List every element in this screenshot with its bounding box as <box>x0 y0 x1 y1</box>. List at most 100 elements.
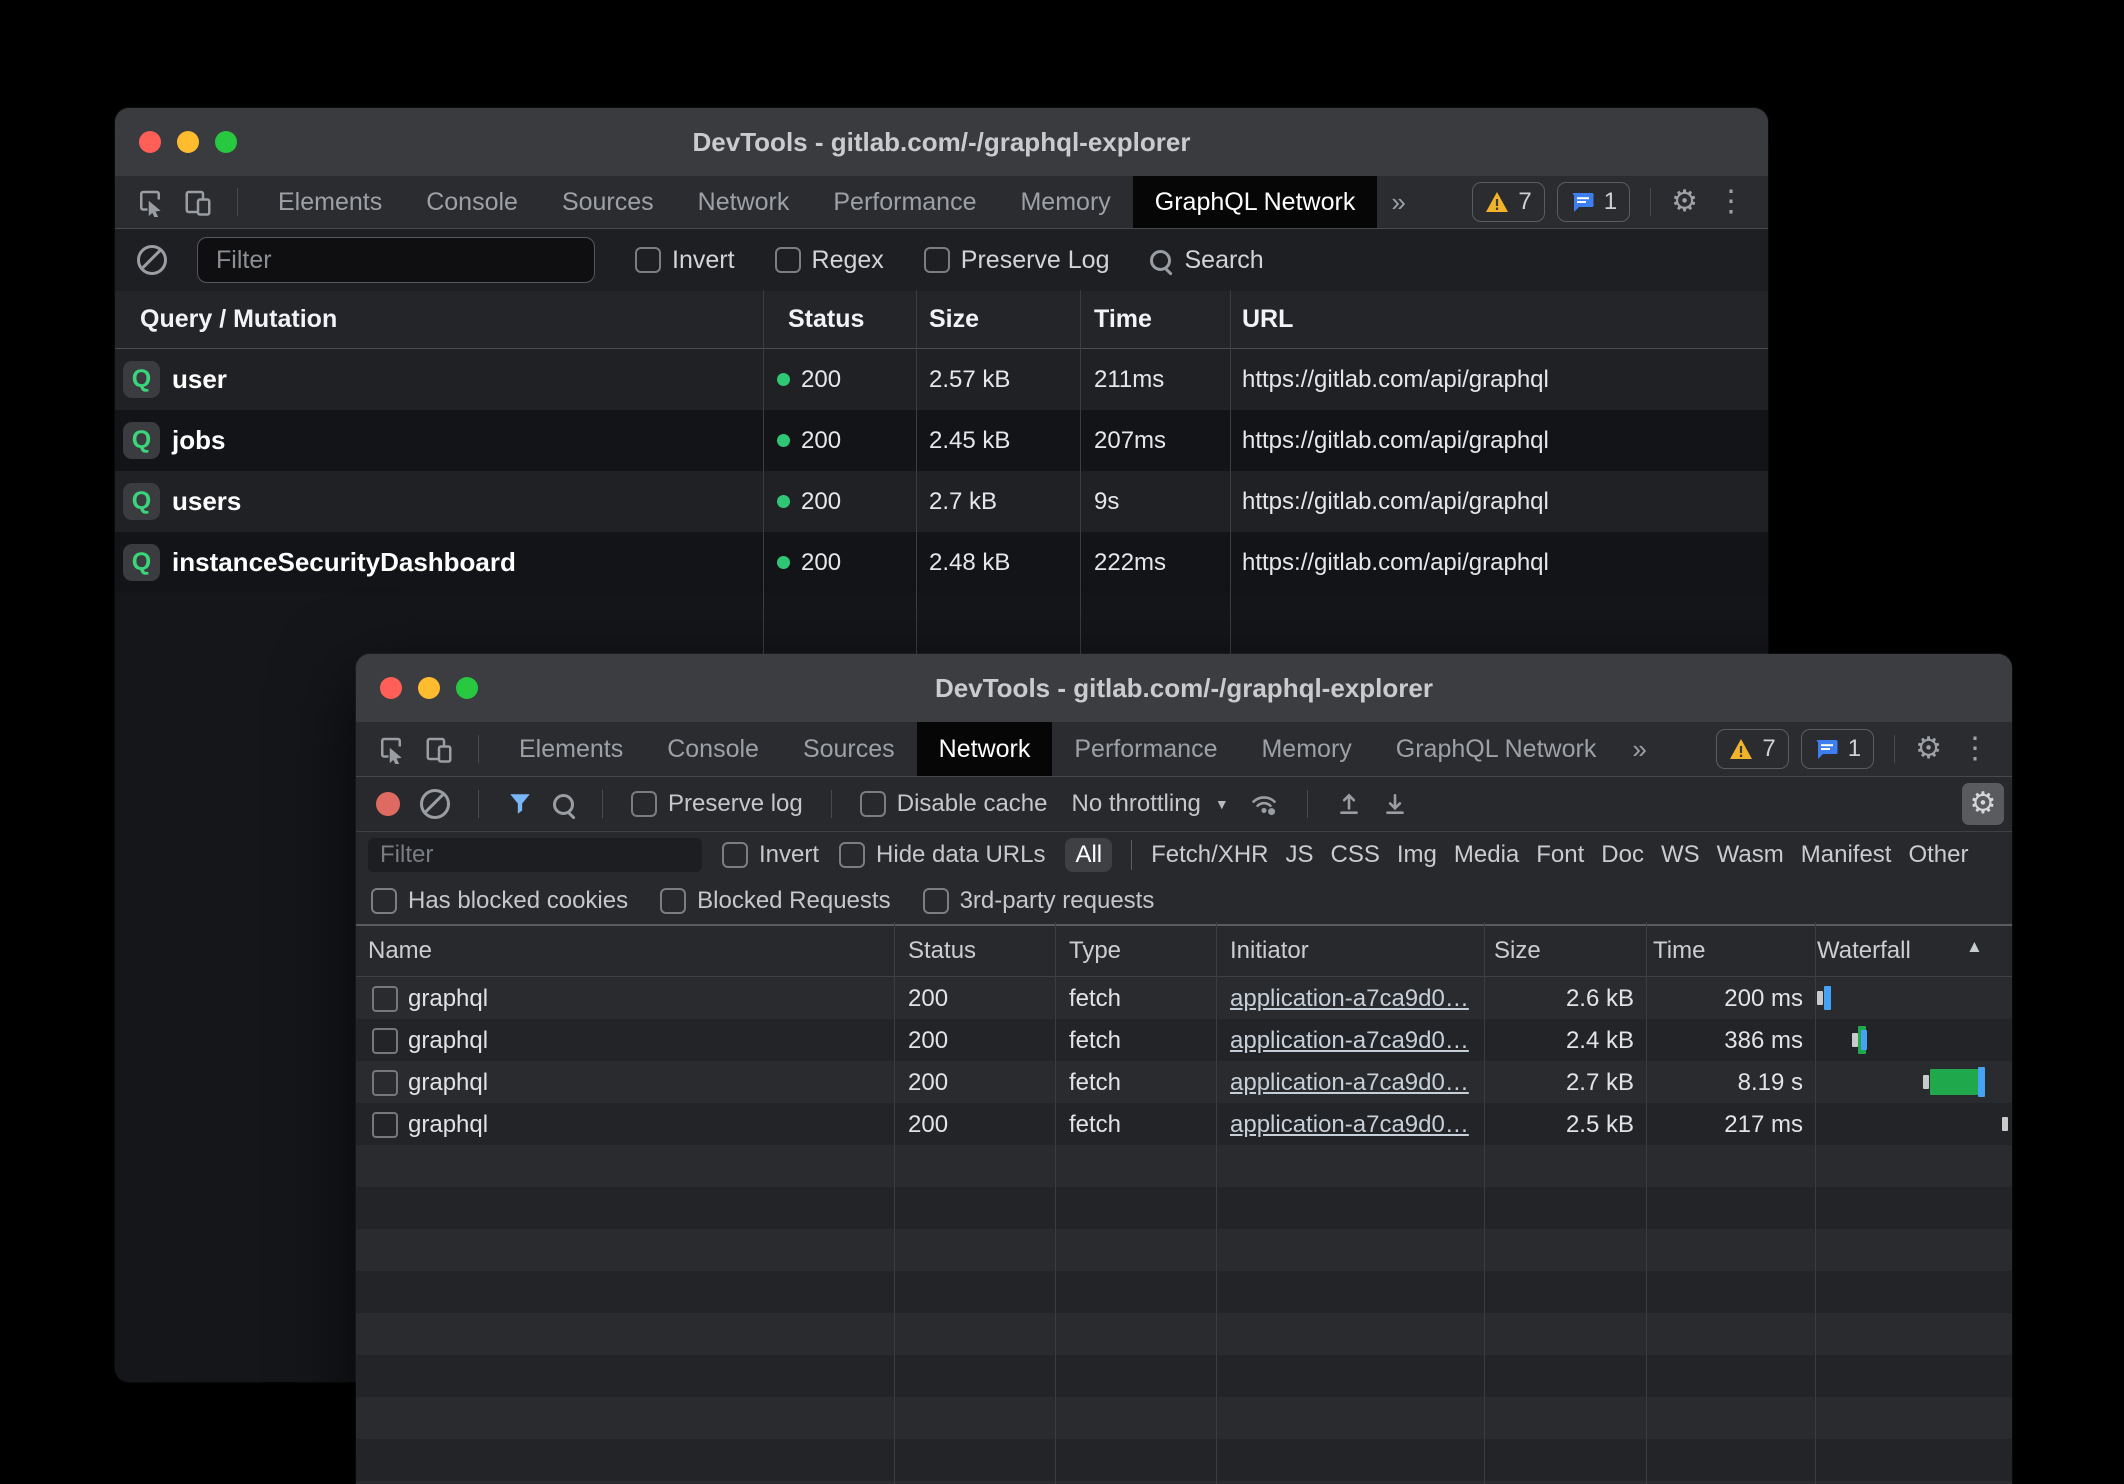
third-party-requests-checkbox-box[interactable] <box>923 888 949 914</box>
type-filter-manifest[interactable]: Manifest <box>1801 841 1892 869</box>
minimize-button[interactable] <box>177 131 199 153</box>
type-filter-font[interactable]: Font <box>1536 841 1584 869</box>
invert-checkbox[interactable]: Invert <box>635 246 735 275</box>
column-header-size[interactable]: Size <box>929 305 979 334</box>
type-filter-wasm[interactable]: Wasm <box>1717 841 1784 869</box>
messages-badge[interactable]: 1 <box>1557 182 1630 222</box>
inspect-element-icon[interactable] <box>374 732 408 766</box>
warnings-badge[interactable]: 7 <box>1716 729 1788 769</box>
disable-cache-checkbox[interactable]: Disable cache <box>860 790 1048 818</box>
device-toolbar-icon[interactable] <box>422 732 456 766</box>
search-control[interactable]: Search <box>1150 246 1264 275</box>
type-filter-img[interactable]: Img <box>1397 841 1437 869</box>
title-bar[interactable]: DevTools - gitlab.com/-/graphql-explorer <box>115 108 1768 176</box>
table-row[interactable]: graphql 200 fetch application-a7ca9d0… 2… <box>356 977 2012 1019</box>
column-divider[interactable] <box>894 922 895 1484</box>
network-filter-input[interactable] <box>368 838 702 872</box>
sort-ascending-icon[interactable]: ▲ <box>1966 937 1983 957</box>
import-har-icon[interactable] <box>1336 791 1362 817</box>
has-blocked-cookies-checkbox[interactable]: Has blocked cookies <box>371 887 628 915</box>
zoom-button[interactable] <box>215 131 237 153</box>
row-checkbox[interactable] <box>372 1112 398 1138</box>
type-filter-css[interactable]: CSS <box>1331 841 1380 869</box>
kebab-menu-icon[interactable]: ⋮ <box>1954 734 1996 764</box>
column-header-time[interactable]: Time <box>1094 305 1152 334</box>
table-row[interactable]: graphql 200 fetch application-a7ca9d0… 2… <box>356 1061 2012 1103</box>
column-header-time[interactable]: Time <box>1653 937 1705 965</box>
tab-sources[interactable]: Sources <box>540 176 676 228</box>
throttling-select[interactable]: No throttling <box>1071 790 1200 818</box>
column-header-waterfall[interactable]: Waterfall <box>1817 937 1911 965</box>
column-divider[interactable] <box>1815 922 1816 1484</box>
warnings-badge[interactable]: 7 <box>1472 182 1544 222</box>
invert-checkbox-box[interactable] <box>635 247 661 273</box>
initiator-link[interactable]: application-a7ca9d0… <box>1230 1069 1469 1097</box>
preserve-log-checkbox[interactable]: Preserve Log <box>924 246 1110 275</box>
initiator-link[interactable]: application-a7ca9d0… <box>1230 1027 1469 1055</box>
tab-memory[interactable]: Memory <box>1239 722 1373 776</box>
column-header-status[interactable]: Status <box>908 937 976 965</box>
search-icon[interactable] <box>553 794 574 815</box>
title-bar[interactable]: DevTools - gitlab.com/-/graphql-explorer <box>356 654 2012 722</box>
filter-funnel-icon[interactable] <box>507 791 533 817</box>
tab-elements[interactable]: Elements <box>497 722 645 776</box>
disable-cache-checkbox-box[interactable] <box>860 791 886 817</box>
record-button[interactable] <box>376 792 400 816</box>
column-header-name[interactable]: Name <box>368 937 432 965</box>
tab-network[interactable]: Network <box>676 176 812 228</box>
preserve-log-checkbox-box[interactable] <box>924 247 950 273</box>
initiator-link[interactable]: application-a7ca9d0… <box>1230 985 1469 1013</box>
blocked-requests-checkbox[interactable]: Blocked Requests <box>660 887 890 915</box>
tab-graphql-network[interactable]: GraphQL Network <box>1374 722 1619 776</box>
table-row[interactable]: Q user 200 2.57 kB 211ms https://gitlab.… <box>115 349 1768 410</box>
close-button[interactable] <box>139 131 161 153</box>
more-tabs-icon[interactable]: » <box>1377 176 1419 228</box>
column-divider[interactable] <box>1646 922 1647 1484</box>
preserve-log-checkbox[interactable]: Preserve log <box>631 790 803 818</box>
device-toolbar-icon[interactable] <box>181 185 215 219</box>
tab-elements[interactable]: Elements <box>256 176 404 228</box>
type-filter-js[interactable]: JS <box>1286 841 1314 869</box>
type-filter-ws[interactable]: WS <box>1661 841 1700 869</box>
column-header-size[interactable]: Size <box>1494 937 1541 965</box>
row-checkbox[interactable] <box>372 1028 398 1054</box>
initiator-link[interactable]: application-a7ca9d0… <box>1230 1111 1469 1139</box>
settings-gear-icon[interactable]: ⚙ <box>1671 187 1698 217</box>
table-row[interactable]: Q instanceSecurityDashboard 200 2.48 kB … <box>115 532 1768 593</box>
column-divider[interactable] <box>1484 922 1485 1484</box>
row-checkbox[interactable] <box>372 1070 398 1096</box>
messages-badge[interactable]: 1 <box>1801 729 1874 769</box>
more-tabs-icon[interactable]: » <box>1618 722 1660 776</box>
table-row[interactable]: graphql 200 fetch application-a7ca9d0… 2… <box>356 1019 2012 1061</box>
row-checkbox[interactable] <box>372 986 398 1012</box>
tab-performance[interactable]: Performance <box>811 176 998 228</box>
inspect-element-icon[interactable] <box>133 185 167 219</box>
export-har-icon[interactable] <box>1382 791 1408 817</box>
column-header-status[interactable]: Status <box>788 305 864 334</box>
close-button[interactable] <box>380 677 402 699</box>
table-row[interactable]: Q users 200 2.7 kB 9s https://gitlab.com… <box>115 471 1768 532</box>
column-header-initiator[interactable]: Initiator <box>1230 937 1309 965</box>
type-filter-doc[interactable]: Doc <box>1601 841 1644 869</box>
third-party-requests-checkbox[interactable]: 3rd-party requests <box>923 887 1155 915</box>
preserve-log-checkbox-box[interactable] <box>631 791 657 817</box>
tab-console[interactable]: Console <box>404 176 540 228</box>
clear-network-log-icon[interactable] <box>420 789 450 819</box>
graphql-filter-input[interactable] <box>197 237 595 283</box>
invert-checkbox[interactable]: Invert <box>722 841 819 869</box>
tab-performance[interactable]: Performance <box>1052 722 1239 776</box>
tab-sources[interactable]: Sources <box>781 722 917 776</box>
type-filter-all[interactable]: All <box>1065 838 1112 872</box>
zoom-button[interactable] <box>456 677 478 699</box>
regex-checkbox[interactable]: Regex <box>775 246 884 275</box>
type-filter-other[interactable]: Other <box>1908 841 1968 869</box>
network-conditions-icon[interactable] <box>1249 790 1279 818</box>
column-header-type[interactable]: Type <box>1069 937 1121 965</box>
column-header-url[interactable]: URL <box>1242 305 1293 334</box>
network-settings-button[interactable]: ⚙ <box>1962 783 2004 825</box>
tab-memory[interactable]: Memory <box>998 176 1132 228</box>
tab-network[interactable]: Network <box>917 722 1053 776</box>
kebab-menu-icon[interactable]: ⋮ <box>1710 187 1752 217</box>
column-divider[interactable] <box>1216 922 1217 1484</box>
table-row[interactable]: graphql 200 fetch application-a7ca9d0… 2… <box>356 1103 2012 1145</box>
